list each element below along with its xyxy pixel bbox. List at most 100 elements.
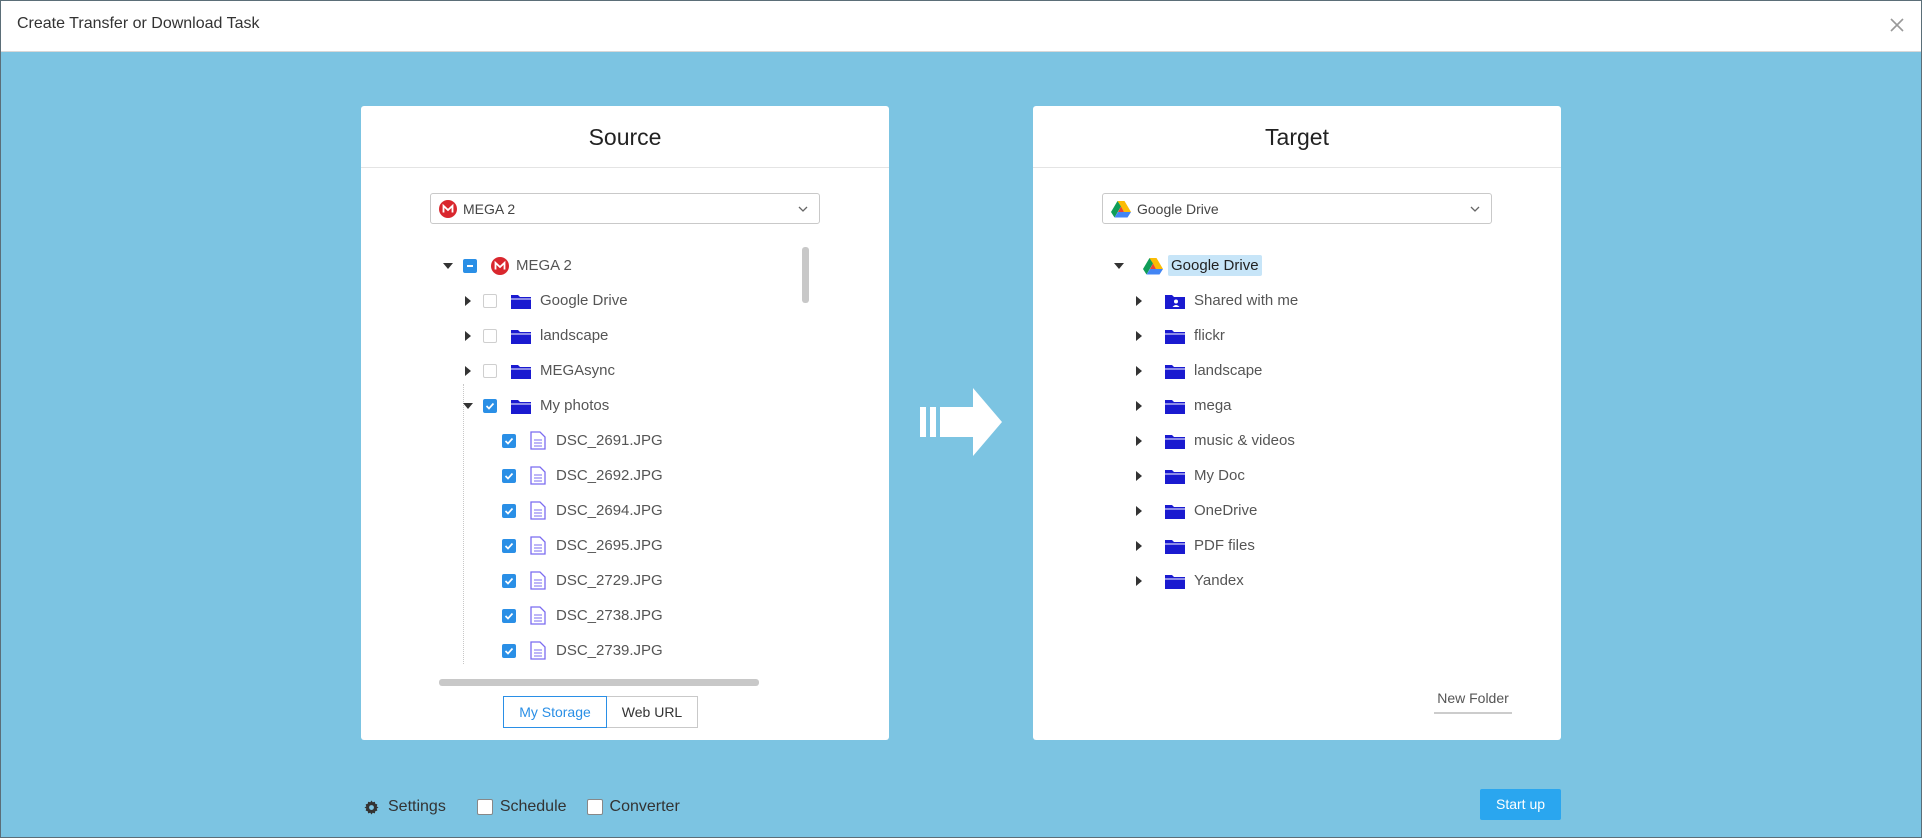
tree-label-folder[interactable]: OneDrive (1194, 502, 1257, 519)
mega-icon (439, 199, 457, 218)
folder-icon (1165, 539, 1185, 554)
vertical-scrollbar[interactable] (802, 247, 809, 303)
folder-icon (1165, 399, 1185, 414)
file-checkbox[interactable] (502, 503, 516, 518)
file-checkbox[interactable] (502, 573, 516, 588)
tree-label-folder[interactable]: PDF files (1194, 537, 1255, 554)
file-checkbox[interactable] (502, 608, 516, 623)
tree-label-folder[interactable]: Google Drive (540, 292, 628, 309)
settings-button[interactable]: Settings (364, 798, 446, 816)
file-icon (530, 641, 546, 660)
caret-right-icon[interactable] (1133, 400, 1145, 412)
tree-label-root[interactable]: Google Drive (1168, 255, 1262, 276)
folder-checkbox[interactable] (483, 293, 497, 308)
settings-label: Settings (388, 798, 446, 815)
source-service-select[interactable]: MEGA 2 (430, 193, 820, 224)
converter-option[interactable]: Converter (586, 798, 680, 816)
root-checkbox[interactable] (463, 258, 477, 273)
tree-label-folder[interactable]: My photos (540, 397, 609, 414)
tree-label-folder[interactable]: MEGAsync (540, 362, 615, 379)
caret-right-icon[interactable] (1133, 575, 1145, 587)
folder-icon (511, 294, 531, 309)
schedule-option[interactable]: Schedule (476, 798, 567, 816)
check-icon (504, 507, 514, 515)
tree-row-file: DSC_2694.JPG (502, 493, 663, 528)
schedule-label: Schedule (499, 798, 567, 815)
tree-label-folder[interactable]: mega (1194, 397, 1232, 414)
caret-right-icon[interactable] (1133, 540, 1145, 552)
tree-label-file[interactable]: DSC_2691.JPG (556, 432, 663, 449)
close-icon[interactable] (1886, 14, 1908, 36)
target-panel: Target Google Drive Google Drive Shared … (1033, 106, 1561, 740)
folder-icon (511, 329, 531, 344)
folder-checkbox[interactable] (483, 363, 497, 378)
caret-right-icon[interactable] (462, 330, 474, 342)
tab-web-url[interactable]: Web URL (606, 696, 698, 728)
tree-row-folder: Shared with me (1133, 283, 1298, 318)
tree-row-folder: Google Drive (462, 283, 628, 318)
tree-label-file[interactable]: DSC_2694.JPG (556, 502, 663, 519)
source-panel: Source MEGA 2 MEGA 2 Google Drive landsc… (361, 106, 889, 740)
tree-label-folder[interactable]: Yandex (1194, 572, 1244, 589)
check-icon (485, 402, 495, 410)
caret-right-icon[interactable] (1133, 295, 1145, 307)
caret-right-icon[interactable] (462, 365, 474, 377)
tree-label-folder[interactable]: Shared with me (1194, 292, 1298, 309)
tree-label-folder[interactable]: music & videos (1194, 432, 1295, 449)
file-icon (530, 536, 546, 555)
tree-label-folder[interactable]: flickr (1194, 327, 1225, 344)
tree-label-file[interactable]: DSC_2739.JPG (556, 642, 663, 659)
folder-icon (1165, 574, 1185, 589)
tree-label-root[interactable]: MEGA 2 (516, 257, 572, 274)
folder-checkbox[interactable] (483, 398, 497, 413)
folder-icon (1165, 329, 1185, 344)
file-icon (530, 501, 546, 520)
tree-row-folder: flickr (1133, 318, 1225, 353)
file-icon (530, 466, 546, 485)
tree-label-file[interactable]: DSC_2695.JPG (556, 537, 663, 554)
caret-down-icon[interactable] (462, 400, 474, 412)
file-checkbox[interactable] (502, 643, 516, 658)
caret-right-icon[interactable] (1133, 365, 1145, 377)
tab-my-storage[interactable]: My Storage (503, 696, 607, 728)
bottom-options: Settings Schedule Converter (364, 795, 680, 819)
file-checkbox[interactable] (502, 538, 516, 553)
start-up-button[interactable]: Start up (1480, 789, 1561, 820)
file-checkbox[interactable] (502, 468, 516, 483)
tree-label-file[interactable]: DSC_2738.JPG (556, 607, 663, 624)
caret-right-icon[interactable] (1133, 330, 1145, 342)
tree-label-file[interactable]: DSC_2729.JPG (556, 572, 663, 589)
caret-right-icon[interactable] (462, 295, 474, 307)
caret-right-icon[interactable] (1133, 435, 1145, 447)
schedule-checkbox[interactable] (476, 799, 493, 815)
new-folder-button[interactable]: New Folder (1434, 690, 1512, 714)
check-icon (504, 437, 514, 445)
gear-icon (364, 799, 379, 815)
folder-icon (511, 399, 531, 414)
tree-label-folder[interactable]: landscape (540, 327, 608, 344)
tree-row-folder: OneDrive (1133, 493, 1257, 528)
tree-label-file[interactable]: DSC_2692.JPG (556, 467, 663, 484)
tree-row-folder: Yandex (1133, 563, 1244, 598)
caret-down-icon[interactable] (1113, 260, 1125, 272)
source-heading: Source (361, 106, 889, 168)
tree-row-root: Google Drive (1113, 248, 1262, 283)
tree-label-folder[interactable]: landscape (1194, 362, 1262, 379)
folder-checkbox[interactable] (483, 328, 497, 343)
caret-right-icon[interactable] (1133, 505, 1145, 517)
tree-row-file: DSC_2692.JPG (502, 458, 663, 493)
source-service-label: MEGA 2 (463, 200, 516, 217)
caret-down-icon[interactable] (442, 260, 454, 272)
tree-label-folder[interactable]: My Doc (1194, 467, 1245, 484)
tree-row-folder: landscape (1133, 353, 1262, 388)
target-service-select[interactable]: Google Drive (1102, 193, 1492, 224)
converter-checkbox[interactable] (586, 799, 603, 815)
window-title: Create Transfer or Download Task (17, 15, 260, 32)
horizontal-scrollbar[interactable] (439, 679, 759, 686)
tree-row-folder: landscape (462, 318, 608, 353)
tree-row-folder: music & videos (1133, 423, 1295, 458)
check-icon (504, 542, 514, 550)
file-checkbox[interactable] (502, 433, 516, 448)
tree-row-file: DSC_2729.JPG (502, 563, 663, 598)
caret-right-icon[interactable] (1133, 470, 1145, 482)
